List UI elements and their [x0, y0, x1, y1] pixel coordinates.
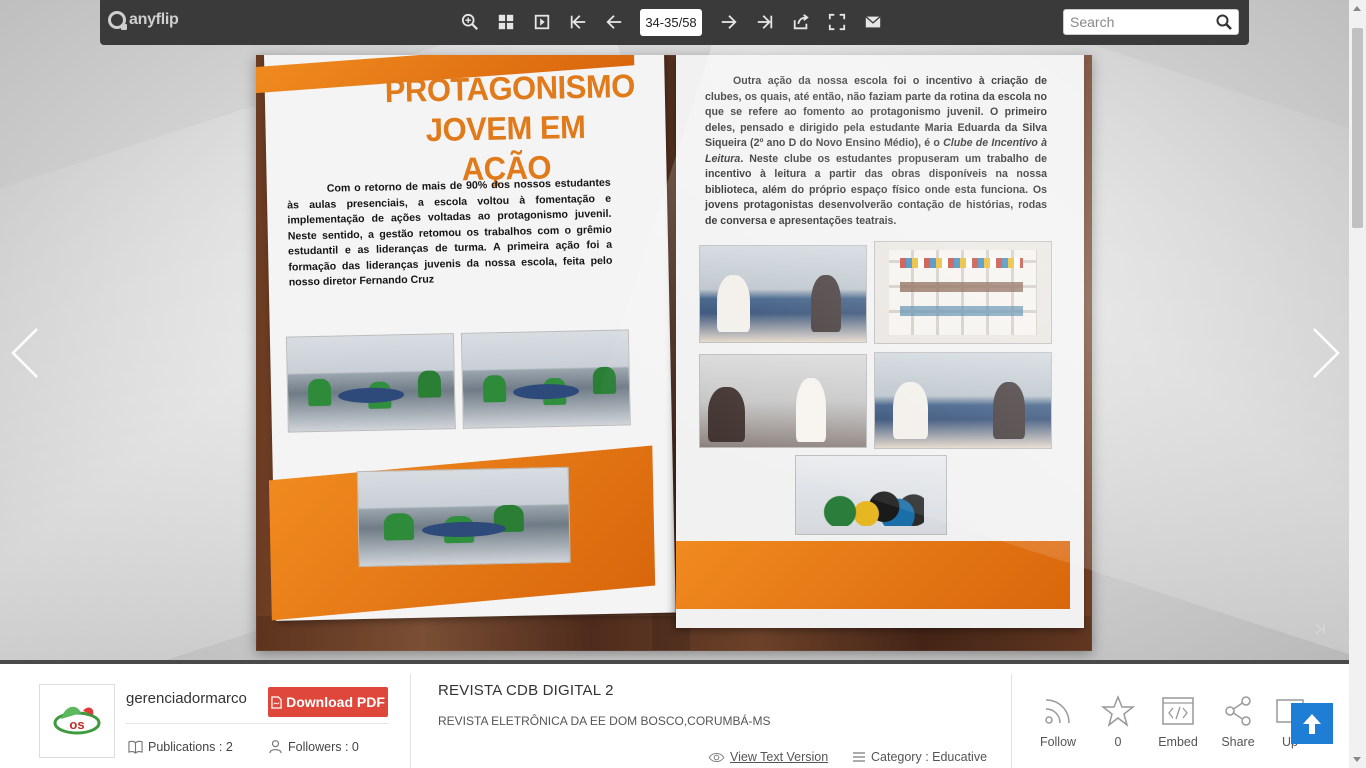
publications-label: Publications : 2 — [148, 739, 233, 754]
email-icon[interactable] — [863, 12, 883, 32]
brand-name: anyflip — [129, 11, 179, 28]
fullscreen-icon[interactable] — [827, 12, 847, 32]
share-label: Share — [1221, 735, 1255, 749]
pdf-file-icon — [271, 695, 282, 709]
star-count: 0 — [1114, 735, 1122, 749]
svg-text:os: os — [69, 717, 84, 732]
meeting-photo-1 — [699, 245, 867, 343]
category-link[interactable]: Category : Educative — [852, 750, 987, 764]
right-page-paragraph: Outra ação da nossa escola foi o incenti… — [705, 74, 1047, 229]
publisher-logo-icon: os — [53, 706, 101, 735]
paragraph-text-start: Outra ação da nossa escola foi o incenti… — [705, 75, 1047, 149]
eye-icon — [708, 752, 725, 762]
avatar[interactable]: os — [39, 684, 115, 758]
user-icon — [269, 740, 282, 754]
download-pdf-label: Download PDF — [286, 694, 385, 710]
left-page: PROTAGONISMO JOVEM EM AÇÃO Com o retorno… — [256, 55, 676, 621]
share-button[interactable]: Share — [1208, 694, 1268, 749]
top-toolbar: anyflip 34-35/58 — [100, 0, 1249, 45]
embed-label: Embed — [1158, 735, 1198, 749]
view-text-version-link[interactable]: View Text Version — [708, 750, 828, 764]
first-page-icon[interactable] — [568, 12, 588, 32]
search-box — [1063, 9, 1239, 35]
followers-count[interactable]: Followers : 0 — [268, 739, 359, 754]
headline-line-1: PROTAGONISMO — [384, 67, 636, 110]
star-button[interactable]: 0 — [1088, 694, 1148, 749]
follow-button[interactable]: Follow — [1028, 694, 1088, 749]
scroll-down-arrow-icon[interactable] — [1353, 757, 1361, 762]
beanbags-photo — [795, 455, 947, 535]
bookshelf-photo — [874, 241, 1052, 344]
vertical-divider-2 — [1011, 674, 1012, 768]
previous-spread-arrow-icon[interactable] — [10, 327, 40, 379]
thumbnails-icon[interactable] — [496, 12, 516, 32]
document-title: REVISTA CDB DIGITAL 2 — [438, 682, 614, 699]
scroll-to-top-button[interactable] — [1291, 703, 1333, 744]
page-headline: PROTAGONISMO JOVEM EM AÇÃO — [384, 67, 636, 192]
view-text-version-label: View Text Version — [730, 750, 829, 764]
arrow-up-icon — [1303, 713, 1321, 734]
search-input[interactable] — [1064, 10, 1214, 34]
scrollbar-thumb[interactable] — [1352, 28, 1363, 228]
library-photo — [699, 354, 867, 448]
list-icon — [853, 752, 865, 762]
book-icon — [128, 740, 143, 754]
embed-code-icon — [1162, 697, 1194, 725]
vertical-divider — [410, 674, 411, 768]
publisher-divider — [126, 723, 389, 724]
follow-label: Follow — [1039, 735, 1077, 749]
share-icon[interactable] — [791, 12, 811, 32]
publications-count[interactable]: Publications : 2 — [128, 739, 233, 754]
paragraph-text-end: . Neste clube os estudantes propuseram u… — [705, 152, 1047, 227]
previous-page-icon[interactable] — [604, 12, 624, 32]
followers-label: Followers : 0 — [288, 739, 359, 754]
right-page: Outra ação da nossa escola foi o incenti… — [676, 55, 1084, 628]
category-label: Category : Educative — [871, 750, 988, 764]
flipbook-viewer: anyflip 34-35/58 Search PROTAGONISMO JOV… — [0, 0, 1349, 660]
zoom-in-icon[interactable] — [460, 12, 480, 32]
anyflip-logo[interactable]: anyflip — [108, 11, 179, 30]
next-page-icon[interactable] — [719, 12, 739, 32]
star-icon — [1101, 694, 1135, 727]
first-page-small-icon[interactable] — [24, 622, 38, 636]
publication-info-bar: os gerenciadormarco Download PDF Publica… — [0, 660, 1349, 768]
page-scrollbar[interactable] — [1349, 0, 1366, 768]
single-page-icon[interactable] — [532, 12, 552, 32]
orange-banner-right — [676, 541, 1070, 609]
anyflip-logo-icon — [108, 11, 127, 30]
search-icon[interactable] — [1216, 14, 1232, 30]
scroll-up-arrow-icon[interactable] — [1353, 6, 1361, 11]
rss-icon — [1045, 699, 1070, 724]
last-page-icon[interactable] — [755, 12, 775, 32]
classroom-photo-1 — [285, 333, 456, 433]
book-spread[interactable]: PROTAGONISMO JOVEM EM AÇÃO Com o retorno… — [256, 55, 1092, 651]
left-page-paragraph: Com o retorno de mais de 90% dos nossos … — [287, 176, 613, 289]
embed-button[interactable]: Embed — [1148, 694, 1208, 749]
document-description: REVISTA ELETRÔNICA DA EE DOM BOSCO,CORUM… — [438, 714, 771, 728]
club-name: Clube de Incentivo à Leitura — [705, 137, 1048, 165]
last-page-small-icon[interactable] — [1312, 622, 1326, 636]
download-pdf-button[interactable]: Download PDF — [268, 687, 388, 717]
page-indicator-input[interactable]: 34-35/58 — [640, 9, 702, 36]
share-nodes-icon — [1225, 696, 1251, 726]
next-spread-arrow-icon[interactable] — [1311, 327, 1341, 379]
classroom-photo-2 — [460, 329, 631, 429]
publisher-username[interactable]: gerenciadormarco — [126, 690, 247, 707]
classroom-photo-3 — [356, 466, 571, 568]
meeting-photo-2 — [874, 352, 1052, 449]
